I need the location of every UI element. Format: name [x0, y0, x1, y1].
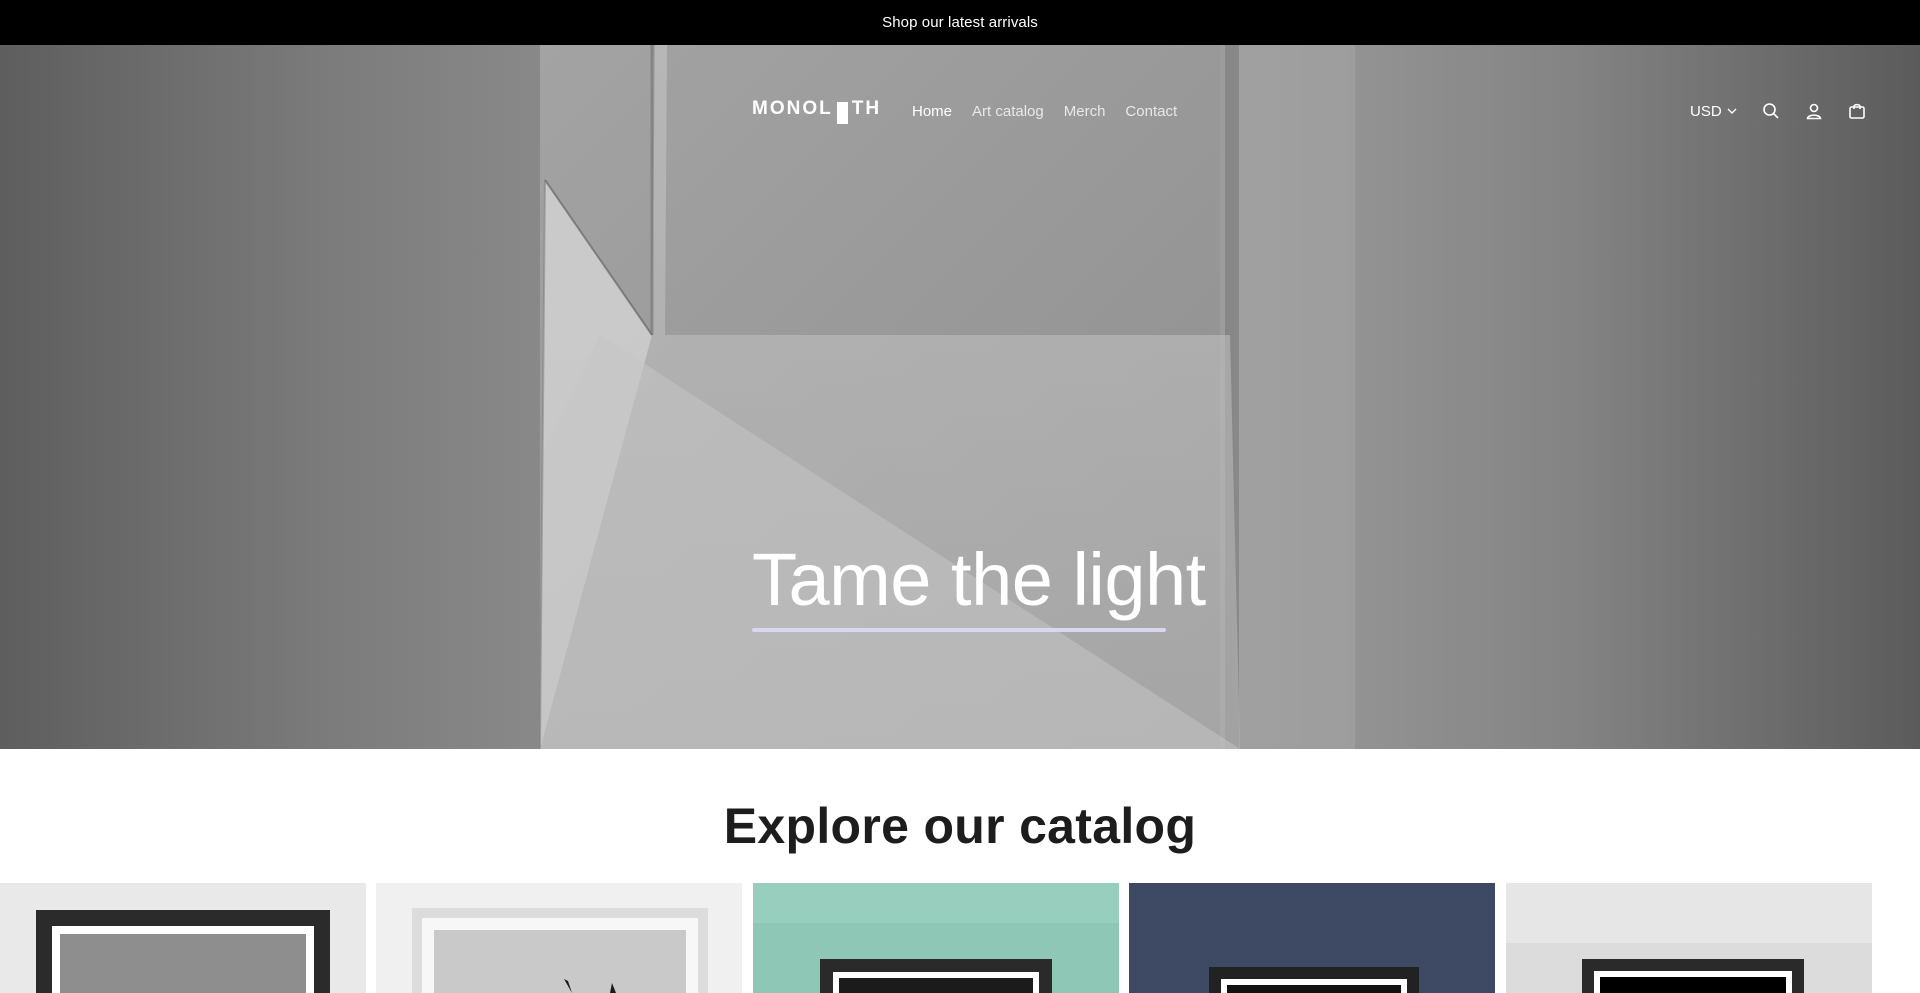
product-card-5[interactable] [1506, 883, 1872, 993]
logo-bar-icon [836, 102, 848, 124]
cart-button[interactable] [1845, 99, 1869, 123]
product-card-1[interactable] [0, 883, 366, 993]
product-image-4 [1129, 883, 1495, 993]
hero-title: Tame the light [752, 538, 1206, 621]
announcement-text[interactable]: Shop our latest arrivals [882, 14, 1038, 31]
catalog-title: Explore our catalog [723, 798, 1197, 854]
announcement-bar[interactable]: Shop our latest arrivals [0, 0, 1920, 45]
currency-label: USD [1690, 102, 1722, 120]
hero-heading-block: Tame the light [752, 532, 1206, 632]
account-icon [1806, 103, 1822, 120]
product-image-5 [1506, 883, 1872, 993]
product-image-2 [376, 883, 742, 993]
product-image-1 [0, 883, 366, 993]
nav-home[interactable]: Home [912, 103, 952, 120]
search-button[interactable] [1759, 99, 1783, 123]
product-image-3 [753, 883, 1119, 993]
cart-icon [1848, 103, 1865, 119]
main-nav: Home Art catalog Merch Contact [912, 95, 1177, 127]
nav-art-catalog[interactable]: Art catalog [972, 103, 1044, 120]
site-header: MONOL TH Home Art catalog Merch Contact … [0, 45, 1920, 167]
chevron-down-icon [1727, 108, 1737, 114]
product-card-2[interactable] [376, 883, 742, 993]
logo[interactable]: MONOL TH [752, 97, 882, 124]
product-card-3[interactable] [753, 883, 1119, 993]
search-icon [1762, 103, 1779, 119]
nav-merch[interactable]: Merch [1064, 103, 1106, 120]
catalog-grid [0, 883, 1920, 993]
product-card-4[interactable] [1129, 883, 1495, 993]
logo-text-left: MONOL [752, 98, 833, 119]
header-actions: USD [1690, 97, 1869, 125]
nav-contact[interactable]: Contact [1125, 103, 1177, 120]
hero-underline [752, 628, 1166, 632]
currency-selector[interactable]: USD [1690, 103, 1737, 120]
account-button[interactable] [1802, 99, 1826, 123]
logo-text-right: TH [851, 98, 882, 119]
